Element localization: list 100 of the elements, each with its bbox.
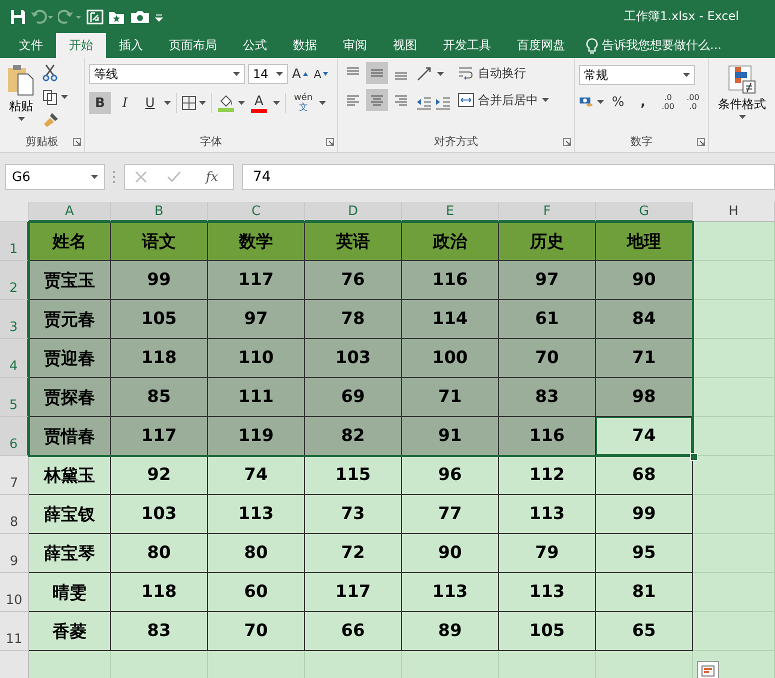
ribbon-tab[interactable]: 插入 <box>106 33 156 58</box>
table-cell: 98 <box>596 378 693 417</box>
ribbon-tab[interactable]: 数据 <box>280 33 330 58</box>
row-header[interactable]: 2 <box>0 261 29 300</box>
tell-me-field[interactable]: 告诉我您想要做什么... <box>602 37 722 54</box>
table-cell: 贾惜春 <box>29 417 111 456</box>
copy-icon[interactable] <box>42 89 58 105</box>
quick-analysis-icon[interactable] <box>697 661 719 678</box>
column-title-cell: 地理 <box>596 222 693 261</box>
table-cell: 60 <box>208 573 305 612</box>
column-header[interactable]: G <box>596 202 693 222</box>
ribbon-tab[interactable]: 开发工具 <box>430 33 504 58</box>
table-cell: 99 <box>596 495 693 534</box>
merge-center-button[interactable]: 合并后居中 <box>455 89 552 111</box>
font-color-button[interactable]: A <box>248 92 270 114</box>
column-title-cell: 政治 <box>402 222 499 261</box>
row-header[interactable]: 4 <box>0 339 29 378</box>
decrease-decimal-button[interactable]: .00 .0 <box>682 91 704 113</box>
conditional-format-icon <box>727 64 757 94</box>
font-name-field[interactable]: 等线 <box>89 64 245 84</box>
ribbon-tab[interactable]: 文件 <box>6 33 56 58</box>
bold-button[interactable]: B <box>89 92 111 114</box>
column-header[interactable]: B <box>111 202 208 222</box>
column-header[interactable]: E <box>402 202 499 222</box>
column-title-cell: 历史 <box>499 222 596 261</box>
italic-button[interactable]: I <box>114 92 136 114</box>
wrap-text-button[interactable]: 自动换行 <box>455 62 552 84</box>
row-header[interactable]: 11 <box>0 612 29 651</box>
row-header[interactable]: 6 <box>0 417 29 456</box>
fill-color-icon[interactable] <box>217 94 235 112</box>
table-cell: 103 <box>305 339 402 378</box>
phonetic-button[interactable]: wén 文 <box>291 92 316 114</box>
ribbon-tab[interactable]: 公式 <box>230 33 280 58</box>
insert-function-button[interactable]: fx <box>201 166 223 188</box>
caret-icon <box>199 101 206 105</box>
column-header[interactable]: C <box>208 202 305 222</box>
row-header[interactable]: 1 <box>0 222 29 261</box>
form-icon[interactable] <box>86 8 104 24</box>
caret-icon <box>61 95 68 99</box>
table-cell: 111 <box>208 378 305 417</box>
font-size-field[interactable]: 14 <box>248 64 288 84</box>
dialog-launcher-icon[interactable] <box>73 138 81 146</box>
formula-field[interactable]: 74 <box>242 164 775 190</box>
row-header[interactable]: 10 <box>0 573 29 612</box>
save-icon[interactable] <box>10 8 26 24</box>
table-cell: 65 <box>596 612 693 651</box>
camera-icon[interactable] <box>130 8 150 24</box>
table-cell: 112 <box>499 456 596 495</box>
ribbon-tab[interactable]: 审阅 <box>330 33 380 58</box>
table-cell: 晴雯 <box>29 573 111 612</box>
format-painter-icon[interactable] <box>42 112 60 128</box>
align-button[interactable] <box>366 89 388 111</box>
decrease-indent-icon[interactable] <box>416 96 432 110</box>
number-format-field[interactable]: 常规 <box>579 65 695 85</box>
dialog-launcher-icon[interactable] <box>563 138 571 146</box>
align-button[interactable] <box>366 62 388 84</box>
table-cell: 71 <box>596 339 693 378</box>
name-box[interactable]: G6 <box>5 164 105 190</box>
paste-button[interactable]: 粘贴 <box>4 62 38 134</box>
underline-button[interactable]: U <box>139 92 161 114</box>
table-cell: 贾探春 <box>29 378 111 417</box>
ribbon-tab[interactable]: 页面布局 <box>156 33 230 58</box>
table-cell: 贾宝玉 <box>29 261 111 300</box>
increase-decimal-button[interactable]: .0 .00 <box>657 91 679 113</box>
fill-handle[interactable] <box>690 453 698 461</box>
scissors-icon[interactable] <box>42 64 58 82</box>
group-label: 对齐方式 <box>434 134 478 150</box>
column-header[interactable]: D <box>305 202 402 222</box>
conditional-format-button[interactable]: 条件格式 <box>713 62 771 121</box>
borders-icon[interactable] <box>182 96 196 110</box>
grow-font-button[interactable]: A <box>291 63 309 85</box>
increase-indent-icon[interactable] <box>435 96 451 110</box>
align-center-icon <box>370 96 384 106</box>
column-title-cell: 姓名 <box>29 222 111 261</box>
caret-icon <box>273 101 280 105</box>
column-header[interactable]: A <box>29 202 111 222</box>
caret-icon <box>164 101 171 105</box>
ribbon-tab[interactable]: 开始 <box>56 33 106 58</box>
dialog-launcher-icon[interactable] <box>697 138 705 146</box>
ribbon-tab[interactable]: 百度网盘 <box>504 33 578 58</box>
column-header[interactable]: H <box>693 202 775 222</box>
group-label: 剪贴板 <box>26 134 58 150</box>
column-header[interactable]: F <box>499 202 596 222</box>
table-cell: 61 <box>499 300 596 339</box>
column-title-cell: 语文 <box>111 222 208 261</box>
ribbon-tab[interactable]: 视图 <box>380 33 430 58</box>
caret-icon <box>276 72 283 76</box>
row-header[interactable]: 5 <box>0 378 29 417</box>
percent-button[interactable]: % <box>607 91 629 113</box>
dialog-launcher-icon[interactable] <box>326 138 334 146</box>
row-header[interactable]: 7 <box>0 456 29 495</box>
row-header[interactable]: 8 <box>0 495 29 534</box>
comma-button[interactable]: , <box>632 91 654 113</box>
customize-caret-icon[interactable] <box>154 12 164 22</box>
row-header[interactable]: 9 <box>0 534 29 573</box>
table-cell: 83 <box>499 378 596 417</box>
up-caret-icon <box>302 72 308 76</box>
row-header[interactable]: 3 <box>0 300 29 339</box>
shrink-font-button[interactable]: A <box>312 63 330 85</box>
table-cell: 72 <box>305 534 402 573</box>
